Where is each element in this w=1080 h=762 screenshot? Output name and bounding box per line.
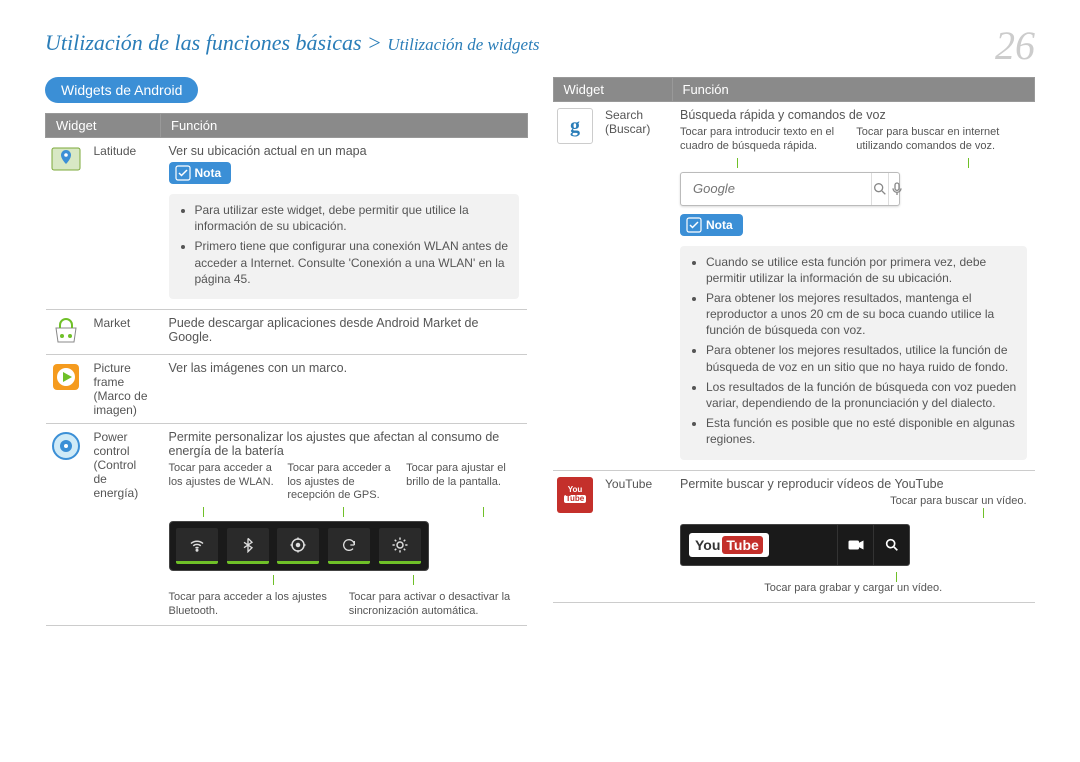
widgets-table-right: Widget Función g Search (Buscar) Búsqued… <box>553 77 1036 603</box>
th-widget: Widget <box>46 114 161 138</box>
nota-badge: Nota <box>680 214 743 236</box>
page-number: 26 <box>995 30 1035 62</box>
widget-desc: Permite personalizar los ajustes que afe… <box>169 430 520 458</box>
youtube-record-button[interactable] <box>837 525 873 565</box>
breadcrumb-main: Utilización de las funciones básicas <box>45 30 362 55</box>
google-search-input[interactable] <box>693 181 871 196</box>
power-top-captions: Tocar para acceder a los ajustes de WLAN… <box>169 462 520 503</box>
nota-box: Cuando se utilice esta función por prime… <box>680 246 1027 460</box>
th-widget: Widget <box>553 78 672 102</box>
note-icon <box>686 217 702 233</box>
table-row: g Search (Buscar) Búsqueda rápida y coma… <box>553 102 1035 471</box>
widget-desc: Ver las imágenes con un marco. <box>161 354 528 423</box>
widget-desc: Puede descargar aplicaciones desde Andro… <box>161 309 528 354</box>
page-header: Utilización de las funciones básicas > U… <box>45 30 1035 62</box>
picture-frame-icon <box>50 361 82 393</box>
youtube-icon: YouTube <box>557 477 593 513</box>
google-search-widget: g <box>680 172 900 206</box>
latitude-icon <box>50 144 82 176</box>
table-row: Market Puede descargar aplicaciones desd… <box>46 309 528 354</box>
th-function: Función <box>672 78 1035 102</box>
note-icon <box>175 165 191 181</box>
section-pill: Widgets de Android <box>45 77 198 103</box>
table-row: YouTube YouTube Permite buscar y reprodu… <box>553 470 1035 603</box>
widget-name: Power control (Control de energía) <box>86 423 161 625</box>
google-search-button[interactable] <box>871 173 888 205</box>
widget-name: Latitude <box>86 138 161 310</box>
widget-desc: Permite buscar y reproducir vídeos de Yo… <box>680 477 1027 491</box>
power-control-icon <box>50 430 82 462</box>
breadcrumb: Utilización de las funciones básicas > U… <box>45 30 539 56</box>
market-icon <box>50 316 82 348</box>
power-bluetooth-button[interactable] <box>227 528 269 564</box>
youtube-search-button[interactable] <box>873 525 909 565</box>
table-row: Power control (Control de energía) Permi… <box>46 423 528 625</box>
breadcrumb-sub: Utilización de widgets <box>387 35 539 54</box>
right-column: Widget Función g Search (Buscar) Búsqued… <box>553 77 1036 634</box>
widget-name: Search (Buscar) <box>597 102 672 471</box>
table-row: Latitude Ver su ubicación actual en un m… <box>46 138 528 310</box>
widgets-table-left: Widget Función Latitude Ver su ubicación… <box>45 113 528 626</box>
power-wlan-button[interactable] <box>176 528 218 564</box>
google-icon: g <box>557 108 593 144</box>
widget-desc: Ver su ubicación actual en un mapa <box>169 144 520 158</box>
power-gps-button[interactable] <box>277 528 319 564</box>
google-voice-button[interactable] <box>888 173 905 205</box>
power-bottom-captions: Tocar para acceder a los ajustes Bluetoo… <box>169 591 520 619</box>
nota-badge: Nota <box>169 162 232 184</box>
table-row: Picture frame (Marco de imagen) Ver las … <box>46 354 528 423</box>
power-brightness-button[interactable] <box>379 528 421 564</box>
widget-name: Market <box>86 309 161 354</box>
widget-name: YouTube <box>597 470 672 603</box>
left-column: Widgets de Android Widget Función Latitu… <box>45 77 528 634</box>
widget-name: Picture frame (Marco de imagen) <box>86 354 161 423</box>
widget-desc: Búsqueda rápida y comandos de voz <box>680 108 1027 122</box>
power-sync-button[interactable] <box>328 528 370 564</box>
youtube-widget: YouTube <box>680 524 910 566</box>
youtube-logo: YouTube <box>689 533 769 557</box>
th-function: Función <box>161 114 528 138</box>
power-widget <box>169 521 429 571</box>
nota-box: Para utilizar este widget, debe permitir… <box>169 194 520 299</box>
